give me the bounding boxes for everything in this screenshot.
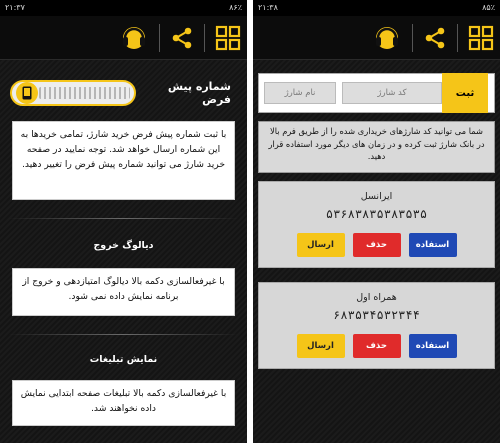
charge-code-input[interactable]: کد شارژ <box>342 82 442 104</box>
status-battery: ۸۶٪ <box>229 3 242 12</box>
operator-name: ایرانسل <box>360 191 393 202</box>
charge-card: ایرانسل ۵۳۶۸۳۸۳۵۳۸۳۵۳۵ ارسال حذف استفاده <box>258 181 495 268</box>
status-bar: ۲۱:۳۷ ۸۶٪ <box>0 0 247 16</box>
default-number-field[interactable] <box>10 80 136 106</box>
charge-bank-screen: ۲۱:۳۸ ۸۵٪ نام شارژ کد شارژ ثبت شما می تو… <box>253 0 500 443</box>
headset-icon[interactable] <box>119 23 149 53</box>
card-actions: ارسال حذف استفاده <box>259 233 494 257</box>
toolbar <box>253 16 500 60</box>
card-actions: ارسال حذف استفاده <box>259 334 494 358</box>
ads-heading: نمایش تبلیغات <box>89 354 158 365</box>
share-icon[interactable] <box>170 26 194 50</box>
charge-card: همراه اول ۶۸۳۵۳۴۵۳۲۳۴۴ ارسال حذف استفاده <box>258 282 495 369</box>
send-button[interactable]: ارسال <box>296 233 345 257</box>
send-button[interactable]: ارسال <box>296 334 345 358</box>
default-number-row: شماره پیش فرض <box>10 80 237 106</box>
section-divider <box>8 334 239 335</box>
settings-screen: ۲۱:۳۷ ۸۶٪ شماره پیش فرض با ثبت شماره پیش… <box>0 0 247 443</box>
default-number-label: شماره پیش فرض <box>167 80 231 106</box>
delete-button[interactable]: حذف <box>352 233 401 257</box>
default-number-note: با ثبت شماره پیش فرض خرید شارژ، تمامی خر… <box>12 121 235 200</box>
grid-icon[interactable] <box>468 25 494 51</box>
share-icon[interactable] <box>423 26 447 50</box>
status-time: ۲۱:۳۸ <box>258 3 278 12</box>
headset-icon[interactable] <box>372 23 402 53</box>
grid-icon[interactable] <box>215 25 241 51</box>
delete-button[interactable]: حذف <box>352 334 401 358</box>
toolbar-divider <box>204 23 205 52</box>
charge-code-form: نام شارژ کد شارژ ثبت <box>258 73 495 113</box>
status-time: ۲۱:۳۷ <box>5 3 25 12</box>
toolbar-divider <box>457 23 458 52</box>
toolbar-divider <box>412 23 413 52</box>
screenshot-pair: ۲۱:۳۷ ۸۶٪ شماره پیش فرض با ثبت شماره پیش… <box>0 0 500 443</box>
toolbar-divider <box>159 23 160 52</box>
status-bar: ۲۱:۳۸ ۸۵٪ <box>253 0 500 16</box>
charge-code: ۶۸۳۵۳۴۵۳۲۳۴۴ <box>333 308 420 322</box>
info-text: شما می توانید کد شارژهای خریداری شده را … <box>258 121 495 173</box>
operator-name: همراه اول <box>356 292 397 303</box>
submit-button[interactable]: ثبت <box>442 73 488 113</box>
section-divider <box>8 218 239 219</box>
toolbar <box>0 16 247 60</box>
ads-note: با غیرفعالسازی دکمه بالا تبلیغات صفحه اب… <box>12 380 235 426</box>
charge-name-input[interactable]: نام شارژ <box>264 82 336 104</box>
use-button[interactable]: استفاده <box>408 334 457 358</box>
use-button[interactable]: استفاده <box>408 233 457 257</box>
number-placeholder <box>39 87 130 99</box>
phone-icon[interactable] <box>16 82 38 104</box>
charge-code: ۵۳۶۸۳۸۳۵۳۸۳۵۳۵ <box>325 207 428 221</box>
exit-dialog-heading: دیالوگ خروج <box>93 240 154 251</box>
exit-dialog-note: با غیرفعالسازی دکمه بالا دیالوگ امتیازده… <box>12 268 235 316</box>
status-battery: ۸۵٪ <box>482 3 495 12</box>
